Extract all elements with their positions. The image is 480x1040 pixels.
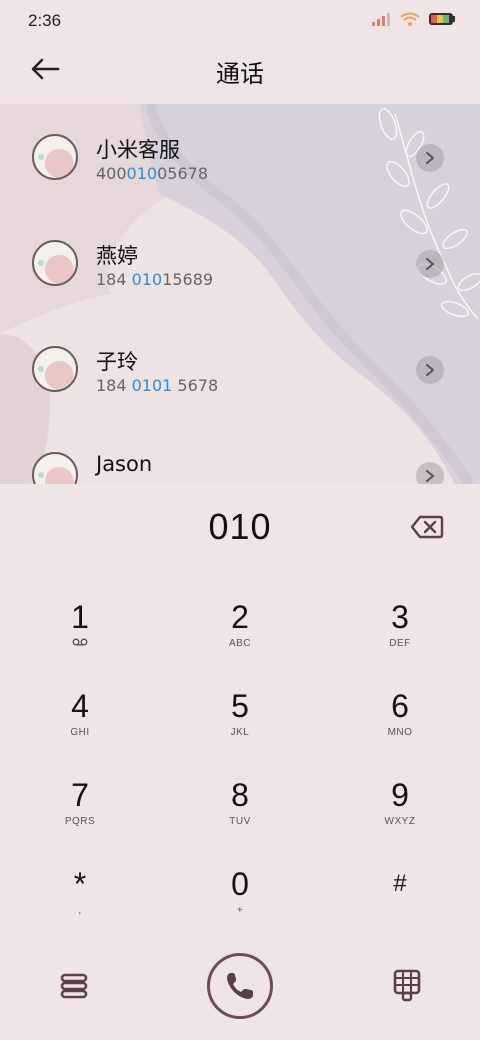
avatar <box>32 452 78 484</box>
list-item[interactable]: 小米客服 40001005678 <box>0 104 480 210</box>
chevron-right-icon[interactable] <box>416 356 444 384</box>
avatar <box>32 134 78 180</box>
menu-icon[interactable] <box>58 970 90 1002</box>
match-highlight: 010 <box>126 164 158 183</box>
list-item[interactable]: 燕婷 184 01015689 <box>0 210 480 316</box>
match-highlight: 010 <box>131 270 163 289</box>
dial-display: 010 <box>0 484 480 574</box>
list-item[interactable]: Jason <box>0 422 480 484</box>
key-8[interactable]: 8 TUV <box>160 752 320 841</box>
key-1[interactable]: 1 <box>0 574 160 663</box>
key-3[interactable]: 3 DEF <box>320 574 480 663</box>
status-bar: 2:36 <box>0 0 480 42</box>
chevron-right-icon[interactable] <box>416 144 444 172</box>
contact-name: 燕婷 <box>96 244 138 268</box>
contact-name: 小米客服 <box>96 138 180 162</box>
key-6[interactable]: 6 MNO <box>320 663 480 752</box>
avatar <box>32 346 78 392</box>
chevron-right-icon[interactable] <box>416 250 444 278</box>
call-button[interactable] <box>207 953 273 1019</box>
status-icons <box>372 12 456 26</box>
list-item[interactable]: 子玲 184 0101 5678 <box>0 316 480 422</box>
key-hash[interactable]: # <box>320 841 480 930</box>
key-7[interactable]: 7 PQRS <box>0 752 160 841</box>
phone-icon <box>227 973 253 999</box>
backspace-icon[interactable] <box>410 514 444 540</box>
battery-icon <box>429 13 455 25</box>
contact-number: 184 0101 5678 <box>96 376 219 395</box>
key-0[interactable]: 0 + <box>160 841 320 930</box>
contact-number: 40001005678 <box>96 164 208 183</box>
avatar <box>32 240 78 286</box>
contact-name: 子玲 <box>96 350 138 374</box>
search-results: 小米客服 40001005678 燕婷 184 01015689 子玲 184 … <box>0 104 480 484</box>
key-9[interactable]: 9 WXYZ <box>320 752 480 841</box>
key-2[interactable]: 2 ABC <box>160 574 320 663</box>
voicemail-icon <box>0 638 160 649</box>
bottom-bar <box>0 940 480 1040</box>
key-4[interactable]: 4 GHI <box>0 663 160 752</box>
dialpad-icon[interactable] <box>392 968 422 1002</box>
key-5[interactable]: 5 JKL <box>160 663 320 752</box>
dialed-number[interactable]: 010 <box>0 506 480 548</box>
status-time: 2:36 <box>28 11 62 30</box>
contact-name: Jason <box>96 452 153 476</box>
key-star[interactable]: * , <box>0 841 160 930</box>
contact-number: 184 01015689 <box>96 270 214 289</box>
wifi-icon <box>400 12 420 26</box>
signal-icon <box>372 13 390 26</box>
header: 通话 <box>0 42 480 104</box>
match-highlight: 0101 <box>131 376 173 395</box>
page-title: 通话 <box>216 60 264 88</box>
chevron-right-icon[interactable] <box>416 462 444 484</box>
